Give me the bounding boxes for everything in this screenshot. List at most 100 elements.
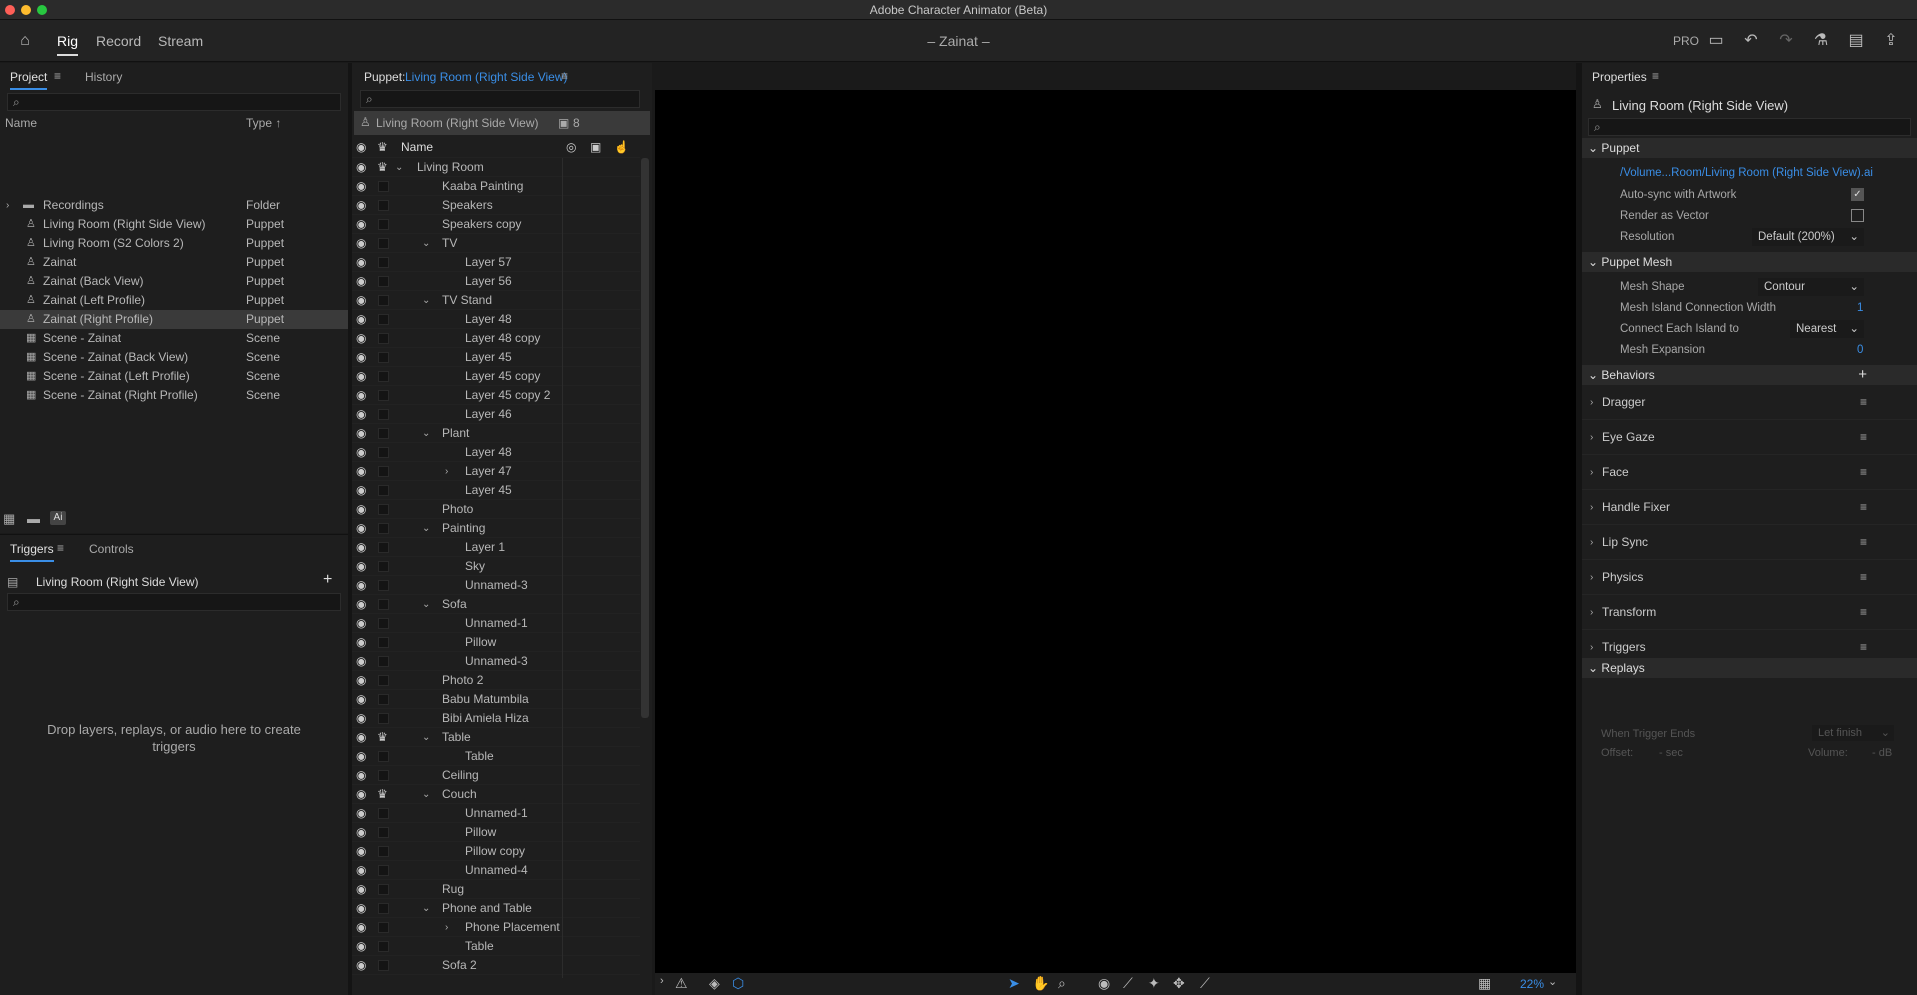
chevron-down-icon[interactable]: ⌄ bbox=[422, 728, 430, 747]
tag-box[interactable] bbox=[378, 542, 389, 553]
eye-icon[interactable]: ◉ bbox=[356, 253, 370, 272]
chevron-right-icon[interactable]: › bbox=[1590, 420, 1593, 455]
crown-icon[interactable]: ♛ bbox=[377, 785, 388, 804]
tag-box[interactable] bbox=[378, 504, 389, 515]
chevron-right-icon[interactable]: › bbox=[6, 196, 9, 215]
share-icon[interactable]: ⇪ bbox=[1880, 30, 1902, 52]
eye-icon[interactable]: ◉ bbox=[356, 138, 370, 157]
layer-row[interactable]: ◉ Rug bbox=[352, 880, 640, 899]
project-item[interactable]: ♙ Zainat (Right Profile) Puppet bbox=[0, 310, 348, 329]
eye-icon[interactable]: ◉ bbox=[356, 367, 370, 386]
new-folder-icon[interactable]: ▬ bbox=[27, 511, 40, 526]
chevron-right-icon[interactable]: › bbox=[1590, 455, 1593, 490]
chevron-right-icon[interactable]: › bbox=[445, 462, 448, 481]
project-item[interactable]: ▦ Scene - Zainat (Right Profile) Scene bbox=[0, 386, 348, 405]
tab-controls[interactable]: Controls bbox=[89, 542, 134, 556]
crown-icon[interactable]: ♛ bbox=[377, 728, 388, 747]
mesh-expansion-value[interactable]: 0 bbox=[1857, 344, 1863, 356]
behavior-row[interactable]: › Transform ≡ bbox=[1582, 595, 1917, 630]
layer-row[interactable]: ◉ ⌄ TV Stand bbox=[352, 291, 640, 310]
layer-row[interactable]: ◉ Layer 57 bbox=[352, 253, 640, 272]
layer-row[interactable]: ◉ Photo bbox=[352, 500, 640, 519]
new-scene-icon[interactable]: ▦ bbox=[3, 511, 15, 527]
chevron-down-icon[interactable]: ⌄ bbox=[422, 291, 430, 310]
dragger-tool-icon[interactable]: ✥ bbox=[1173, 975, 1185, 992]
layer-row[interactable]: ◉ Table bbox=[352, 937, 640, 956]
eye-icon[interactable]: ◉ bbox=[356, 861, 370, 880]
eye-icon[interactable]: ◉ bbox=[356, 272, 370, 291]
eye-icon[interactable]: ◉ bbox=[356, 310, 370, 329]
project-item[interactable]: ▦ Scene - Zainat Scene bbox=[0, 329, 348, 348]
panel-layout-icon[interactable]: ▭ bbox=[1705, 30, 1727, 52]
layer-row[interactable]: ◉ Layer 45 bbox=[352, 481, 640, 500]
project-item[interactable]: ♙ Living Room (S2 Colors 2) Puppet bbox=[0, 234, 348, 253]
pro-label[interactable]: PRO bbox=[1673, 34, 1699, 48]
chevron-right-icon[interactable]: › bbox=[1590, 560, 1593, 595]
zoom-level[interactable]: 22% bbox=[1520, 977, 1544, 991]
offset-value[interactable]: - sec bbox=[1659, 747, 1683, 759]
layer-row[interactable]: ◉ Layer 45 bbox=[352, 348, 640, 367]
eye-icon[interactable]: ◉ bbox=[356, 538, 370, 557]
behavior-menu-icon[interactable]: ≡ bbox=[1860, 385, 1867, 420]
chevron-right-icon[interactable]: › bbox=[1590, 525, 1593, 560]
eye-icon[interactable]: ◉ bbox=[356, 405, 370, 424]
layer-row[interactable]: ◉ Kaaba Painting bbox=[352, 177, 640, 196]
layer-row[interactable]: ◉ Layer 48 copy bbox=[352, 329, 640, 348]
tag-box[interactable] bbox=[378, 352, 389, 363]
tag-box[interactable] bbox=[378, 656, 389, 667]
tag-box[interactable] bbox=[378, 371, 389, 382]
eye-icon[interactable]: ◉ bbox=[356, 671, 370, 690]
eye-icon[interactable]: ◉ bbox=[356, 196, 370, 215]
chevron-down-icon[interactable]: ⌄ bbox=[422, 424, 430, 443]
behavior-menu-icon[interactable]: ≡ bbox=[1860, 595, 1867, 630]
add-behavior-icon[interactable]: + bbox=[1858, 365, 1867, 385]
trigger-end-select[interactable]: Let finish ⌄ bbox=[1812, 725, 1894, 741]
behaviors-section-header[interactable]: ⌄ Behaviors + bbox=[1582, 365, 1917, 385]
tab-history[interactable]: History bbox=[85, 70, 122, 84]
column-type-header[interactable]: Type ↑ bbox=[246, 114, 281, 133]
eye-icon[interactable]: ◉ bbox=[356, 880, 370, 899]
select-tool-icon[interactable]: ➤ bbox=[1008, 975, 1020, 992]
connect-island-select[interactable]: Nearest ⌄ bbox=[1790, 320, 1864, 338]
eye-icon[interactable]: ◉ bbox=[356, 177, 370, 196]
project-item[interactable]: ♙ Living Room (Right Side View) Puppet bbox=[0, 215, 348, 234]
tag-box[interactable] bbox=[378, 770, 389, 781]
eye-icon[interactable]: ◉ bbox=[356, 823, 370, 842]
tag-box[interactable] bbox=[378, 333, 389, 344]
behavior-menu-icon[interactable]: ≡ bbox=[1860, 420, 1867, 455]
mesh-shape-select[interactable]: Contour ⌄ bbox=[1758, 278, 1864, 296]
layer-row[interactable]: ◉ › Phone Placement bbox=[352, 918, 640, 937]
eye-icon[interactable]: ◉ bbox=[356, 386, 370, 405]
tag-box[interactable] bbox=[378, 713, 389, 724]
tag-box[interactable] bbox=[378, 580, 389, 591]
eye-icon[interactable]: ◉ bbox=[356, 329, 370, 348]
behavior-row[interactable]: › Dragger ≡ bbox=[1582, 385, 1917, 420]
warning-icon[interactable]: ⚠ bbox=[675, 975, 688, 992]
layer-row[interactable]: ◉ Layer 45 copy 2 bbox=[352, 386, 640, 405]
eye-icon[interactable]: ◉ bbox=[356, 519, 370, 538]
eye-icon[interactable]: ◉ bbox=[356, 348, 370, 367]
tag-box[interactable] bbox=[378, 485, 389, 496]
tag-box[interactable] bbox=[378, 447, 389, 458]
shape-icon[interactable]: ⬡ bbox=[732, 975, 744, 992]
chevron-down-icon[interactable]: ⌄ bbox=[1548, 975, 1557, 988]
tag-box[interactable] bbox=[378, 884, 389, 895]
handle-tool-icon[interactable]: ⟋ bbox=[1123, 975, 1133, 992]
project-item[interactable]: ♙ Zainat (Back View) Puppet bbox=[0, 272, 348, 291]
redo-icon[interactable]: ↷ bbox=[1775, 30, 1797, 52]
puppet-section-header[interactable]: ⌄ Puppet bbox=[1582, 138, 1917, 158]
eye-icon[interactable]: ◉ bbox=[356, 234, 370, 253]
eye-icon[interactable]: ◉ bbox=[356, 709, 370, 728]
tag-box[interactable] bbox=[378, 219, 389, 230]
behavior-row[interactable]: › Physics ≡ bbox=[1582, 560, 1917, 595]
zoom-window-button[interactable] bbox=[37, 5, 47, 15]
behavior-menu-icon[interactable]: ≡ bbox=[1860, 525, 1867, 560]
project-search-input[interactable]: ⌕ bbox=[7, 93, 341, 111]
layer-row[interactable]: ◉ Pillow bbox=[352, 633, 640, 652]
eye-icon[interactable]: ◉ bbox=[356, 918, 370, 937]
eye-icon[interactable]: ◉ bbox=[356, 595, 370, 614]
tag-box[interactable] bbox=[378, 428, 389, 439]
tag-box[interactable] bbox=[378, 409, 389, 420]
tag-box[interactable] bbox=[378, 238, 389, 249]
chevron-down-icon[interactable]: ⌄ bbox=[422, 234, 430, 253]
